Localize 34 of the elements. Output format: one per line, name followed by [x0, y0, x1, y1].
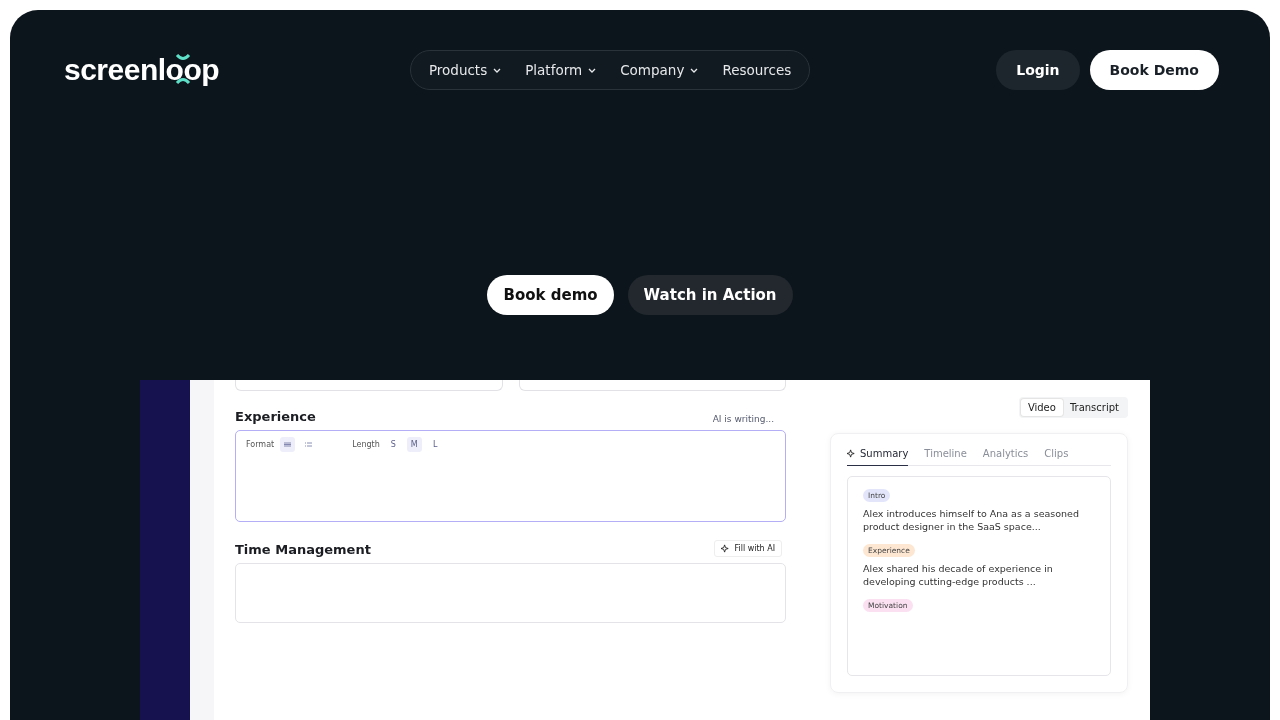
view-tab[interactable]: Transcript [1062, 399, 1126, 416]
section-title: Time Management [235, 542, 371, 557]
tab[interactable]: Clips [1044, 448, 1069, 466]
nav-link[interactable]: Resources [712, 62, 802, 78]
section-title: Experience [235, 409, 316, 424]
tab[interactable]: Timeline [924, 448, 967, 466]
watch-button[interactable]: Watch in Action [627, 275, 793, 315]
input-field[interactable] [235, 380, 503, 391]
length-option[interactable]: S [385, 437, 401, 452]
logo[interactable]: screenloop [64, 53, 220, 87]
length-label: Length [352, 439, 380, 451]
summary-text: Alex introduces himself to Ana as a seasoned product designer in the SaaS space... [863, 507, 1080, 533]
nav-link[interactable]: Company [610, 62, 709, 78]
fill-with-ai-button[interactable]: Fill with AI [714, 540, 782, 557]
login-button[interactable]: Login [996, 50, 1080, 90]
input-field[interactable] [518, 380, 786, 391]
length-option[interactable]: M [406, 437, 422, 452]
paragraph-format-button[interactable] [280, 437, 296, 452]
sparkle-icon [721, 544, 731, 553]
nav-link[interactable]: Products [418, 62, 512, 78]
text-field[interactable] [235, 563, 786, 623]
list-icon [305, 442, 313, 447]
tab[interactable]: Summary [847, 448, 909, 466]
format-label: Format [246, 439, 275, 451]
status-text: AI is writing... [712, 414, 774, 424]
sparkle-icon [847, 449, 856, 458]
length-option[interactable]: L [427, 437, 443, 452]
paragraph-icon [284, 442, 292, 447]
view-tab[interactable]: Video [1020, 399, 1063, 416]
book-demo-button[interactable]: Book Demo [1089, 50, 1219, 90]
book-demo-button[interactable]: Book demo [487, 275, 614, 315]
summary-text: Alex shared his decade of experience in developing cutting-edge products ... [863, 562, 1054, 588]
nav-link[interactable]: Platform [515, 62, 607, 78]
editor-field[interactable]: Format Length S M L [235, 430, 786, 522]
